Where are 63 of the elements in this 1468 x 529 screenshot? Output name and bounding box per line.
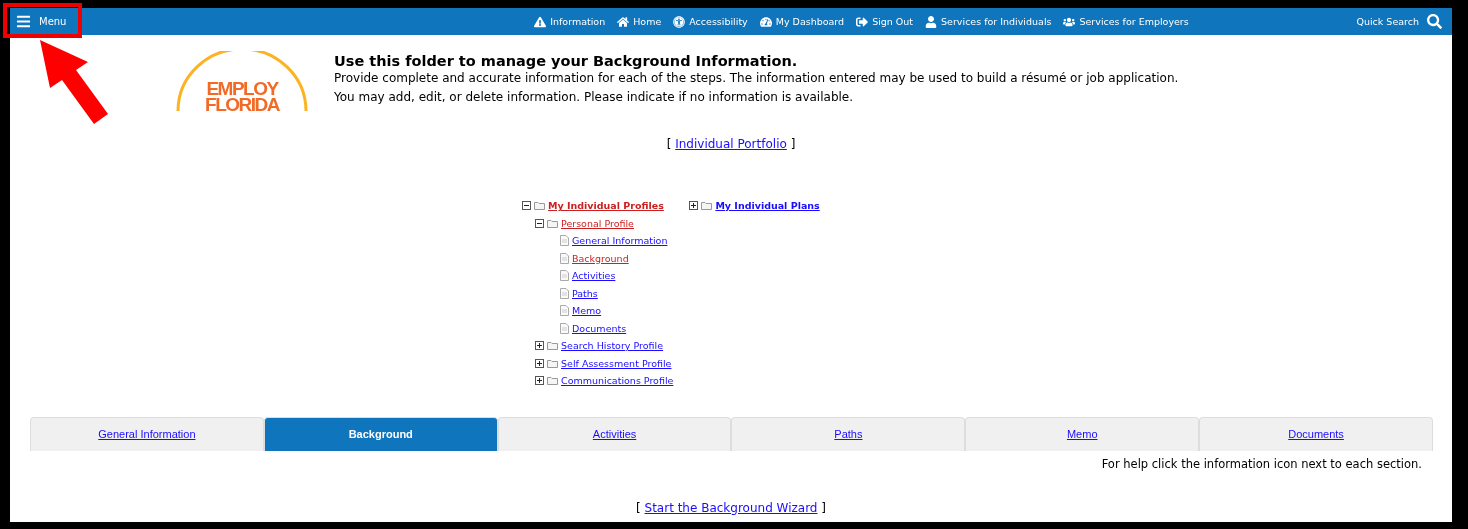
folder-icon <box>534 201 545 211</box>
tab[interactable]: Memo <box>965 416 1200 451</box>
home-icon <box>617 15 630 28</box>
bracket: ] <box>790 137 796 151</box>
document-icon <box>560 322 569 334</box>
warning-icon <box>534 15 547 28</box>
tree-link[interactable]: Communications Profile <box>561 375 674 387</box>
folder-icon <box>701 201 713 211</box>
folder-icon <box>547 341 558 351</box>
tree-link[interactable]: Personal Profile <box>561 217 634 229</box>
tree-link[interactable]: Self Assessment Profile <box>561 357 672 369</box>
nav-link[interactable]: Services for Employers <box>1063 15 1189 28</box>
collapse-icon[interactable] <box>522 201 531 211</box>
users-icon <box>1063 15 1076 28</box>
bracket: ] <box>821 500 826 515</box>
document-icon <box>560 270 569 282</box>
expand-icon[interactable] <box>535 341 544 351</box>
wizard-link[interactable]: Start the Background Wizard <box>644 500 818 515</box>
document-icon <box>560 305 569 317</box>
folder-icon <box>547 358 558 368</box>
menu-icon <box>16 14 31 29</box>
expand-icon[interactable] <box>535 358 544 368</box>
sign-out-icon <box>856 15 869 28</box>
nav-link[interactable]: Accessibility <box>673 15 748 28</box>
tab[interactable]: Documents <box>1199 416 1433 451</box>
tab[interactable]: Paths <box>731 416 966 451</box>
tree-link[interactable]: Documents <box>572 322 627 334</box>
tree-link[interactable]: General Information <box>572 235 668 247</box>
document-icon <box>560 235 569 247</box>
tree-link[interactable]: Memo <box>572 305 602 317</box>
user-icon <box>925 15 938 28</box>
intro-paragraph: Provide complete and accurate information for each of the steps. The information entered may be used to build a résumé or job application. You may add, edit, or delete information. Please indicate if no information is available. <box>334 70 1180 106</box>
gauge-icon <box>759 15 772 28</box>
bracket: [ <box>636 500 641 515</box>
document-icon <box>560 287 569 299</box>
nav-link[interactable]: My Dashboard <box>759 15 845 28</box>
portfolio-link[interactable]: Individual Portfolio <box>675 137 787 151</box>
tree-link[interactable]: My Individual Profiles <box>548 200 664 212</box>
expand-icon[interactable] <box>535 376 544 386</box>
tree-link[interactable]: Search History Profile <box>561 340 663 352</box>
bracket: [ <box>666 137 672 151</box>
tab[interactable]: Activities <box>497 416 732 451</box>
tab[interactable]: General Information <box>30 416 264 451</box>
nav-link[interactable]: Sign Out <box>856 15 914 28</box>
logo: EMPLOY FLORIDA <box>174 51 310 115</box>
tree-link[interactable]: Background <box>572 252 629 264</box>
folder-icon <box>547 376 558 386</box>
document-icon <box>560 252 569 264</box>
nav-link[interactable]: Information <box>534 15 606 28</box>
nav-link[interactable]: Services for Individuals <box>925 15 1052 28</box>
help-text: For help click the information icon next to each section. <box>1100 456 1423 471</box>
page-title: Use this folder to manage your Background Information. <box>334 53 799 69</box>
tab[interactable]: Background <box>263 416 498 451</box>
quick-search-button[interactable]: Quick Search <box>1356 14 1442 29</box>
folder-icon <box>547 218 558 228</box>
accessibility-icon <box>673 15 686 28</box>
tree-link[interactable]: My Individual Plans <box>715 200 820 212</box>
tree-link[interactable]: Activities <box>572 270 616 282</box>
collapse-icon[interactable] <box>535 218 544 228</box>
nav-link[interactable]: Home <box>617 15 662 28</box>
tree-link[interactable]: Paths <box>572 287 598 299</box>
search-icon <box>1427 14 1442 29</box>
expand-icon[interactable] <box>689 201 699 211</box>
